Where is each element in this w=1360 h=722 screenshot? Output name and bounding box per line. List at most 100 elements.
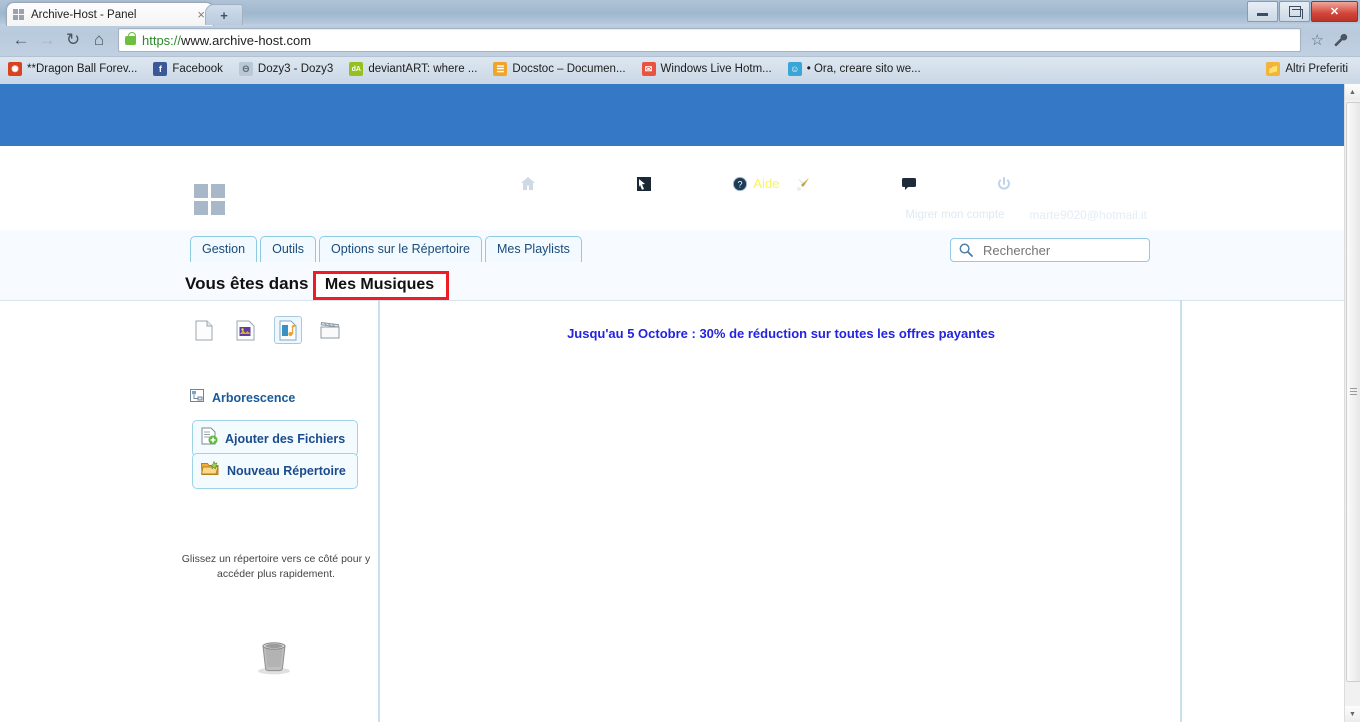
bookmark-item[interactable]: f Facebook bbox=[153, 62, 223, 76]
nav-parametres[interactable]: Paramètres bbox=[796, 176, 885, 191]
new-folder-icon bbox=[200, 460, 220, 482]
arborescence-label: Arborescence bbox=[212, 391, 296, 405]
bookmarks-bar: ✺ **Dragon Ball Forev... f Facebook Θ Do… bbox=[0, 56, 1360, 81]
music-filter-icon[interactable] bbox=[274, 316, 302, 344]
tab-gestion[interactable]: Gestion bbox=[190, 236, 258, 262]
title-bar: Archive-Host - Panel × + ✕ bbox=[0, 0, 1360, 26]
bookmark-item[interactable]: ☰ Docstoc – Documen... bbox=[493, 62, 626, 76]
address-bar[interactable]: https:// www.archive-host.com bbox=[118, 28, 1301, 52]
url-host: www.archive-host.com bbox=[181, 32, 312, 48]
bookmark-item[interactable]: Θ Dozy3 - Dozy3 bbox=[238, 62, 334, 76]
drag-hint-text: Glissez un répertoire vers ce côté pour … bbox=[181, 553, 371, 580]
nav-label: Mon Offre bbox=[657, 176, 716, 191]
bookmark-label: Windows Live Hotm... bbox=[660, 63, 772, 75]
tree-icon bbox=[190, 388, 205, 408]
offer-icon bbox=[637, 176, 652, 191]
folder-icon: 📁 bbox=[1266, 62, 1281, 76]
bookmark-item[interactable]: ✺ **Dragon Ball Forev... bbox=[8, 62, 137, 76]
tab-outils[interactable]: Outils bbox=[260, 236, 317, 262]
bookmark-item[interactable]: dA deviantART: where ... bbox=[349, 62, 477, 76]
feedback-icon bbox=[902, 176, 917, 191]
tab-mes-playlists[interactable]: Mes Playlists bbox=[485, 236, 582, 262]
nav-mon-offre[interactable]: Mon Offre bbox=[637, 176, 716, 191]
bookmark-favicon-icon: Θ bbox=[238, 62, 253, 76]
scroll-up-button[interactable]: ▲ bbox=[1345, 84, 1360, 100]
power-icon bbox=[997, 176, 1012, 191]
home-icon bbox=[520, 176, 535, 191]
nav-accueil-panel[interactable]: Accueil Panel bbox=[520, 176, 620, 191]
add-files-button[interactable]: Ajouter des Fichiers bbox=[192, 420, 358, 457]
panel-tabs: Gestion Outils Options sur le Répertoire… bbox=[190, 236, 582, 262]
maximize-button[interactable] bbox=[1279, 1, 1310, 22]
minimize-button[interactable] bbox=[1247, 1, 1278, 22]
page-scrollbar[interactable]: ▲ ▼ bbox=[1344, 84, 1360, 722]
nav-label: Accueil Panel bbox=[541, 176, 620, 191]
site-logo[interactable]: Archive-Host.com bbox=[194, 184, 385, 216]
page-content: Archive-Host.com Accueil Panel Mon Offre… bbox=[0, 84, 1345, 722]
nav-votre-avis[interactable]: Votre avis bbox=[902, 176, 980, 191]
deviantart-icon: dA bbox=[349, 62, 364, 76]
scrollbar-thumb[interactable] bbox=[1346, 102, 1360, 682]
bookmark-label: Facebook bbox=[172, 63, 223, 75]
forward-button[interactable]: → bbox=[34, 27, 60, 53]
logo-text: Archive-Host.com bbox=[235, 189, 385, 210]
videos-filter-icon[interactable] bbox=[316, 316, 344, 344]
new-tab-plus-icon: + bbox=[220, 7, 228, 23]
top-navigation: Accueil Panel Mon Offre ? Aide Paramètre… bbox=[520, 176, 1094, 191]
new-tab-button[interactable]: + bbox=[205, 4, 243, 25]
window-controls: ✕ bbox=[1247, 1, 1358, 22]
other-bookmarks-folder[interactable]: 📁 Altri Preferiti bbox=[1266, 62, 1348, 76]
breadcrumb: Vous êtes dans : Mes Musiques bbox=[185, 271, 450, 300]
home-button[interactable]: ⌂ bbox=[86, 27, 112, 53]
browser-chrome: Archive-Host - Panel × + ✕ ← → ↻ ⌂ https… bbox=[0, 0, 1360, 84]
bookmark-label: Dozy3 - Dozy3 bbox=[257, 63, 334, 75]
tab-options-repertoire[interactable]: Options sur le Répertoire bbox=[319, 236, 482, 262]
search-input[interactable] bbox=[981, 241, 1141, 259]
nav-aide[interactable]: ? Aide bbox=[732, 176, 779, 191]
nav-label: Déconnexion bbox=[1017, 176, 1094, 191]
wrench-glyph bbox=[1334, 33, 1347, 46]
svg-text:?: ? bbox=[737, 179, 742, 189]
bookmark-star-icon[interactable]: ☆ bbox=[1307, 31, 1328, 49]
nav-deconnexion[interactable]: Déconnexion bbox=[997, 176, 1094, 191]
hotmail-icon: ✉ bbox=[641, 62, 656, 76]
scroll-down-button[interactable]: ▼ bbox=[1345, 706, 1360, 722]
search-box[interactable] bbox=[950, 238, 1150, 262]
tab-favicon-icon bbox=[13, 8, 25, 21]
scrollbar-grip-icon bbox=[1350, 388, 1357, 396]
arborescence-link[interactable]: Arborescence bbox=[190, 388, 295, 408]
new-folder-label: Nouveau Répertoire bbox=[227, 464, 346, 478]
bookmark-label: deviantART: where ... bbox=[368, 63, 478, 75]
bookmark-favicon-icon: ✺ bbox=[8, 62, 22, 76]
url-scheme: https:// bbox=[142, 32, 182, 48]
migrate-account-button[interactable]: Migrer mon compte bbox=[894, 206, 1016, 224]
bookmark-favicon-icon: ☰ bbox=[493, 62, 508, 76]
tools-icon bbox=[796, 176, 811, 191]
account-email: marte9020@hotmail.it bbox=[1029, 208, 1147, 222]
main-content: Jusqu'au 5 Octobre : 30% de réduction su… bbox=[382, 300, 1182, 722]
wrench-icon[interactable] bbox=[1328, 27, 1352, 53]
back-button[interactable]: ← bbox=[8, 27, 34, 53]
new-folder-button[interactable]: Nouveau Répertoire bbox=[192, 453, 358, 489]
facebook-icon: f bbox=[153, 62, 168, 76]
trash-icon[interactable] bbox=[256, 636, 292, 681]
images-filter-icon[interactable] bbox=[232, 316, 260, 344]
bookmark-label: Docstoc – Documen... bbox=[512, 63, 626, 75]
promo-banner[interactable]: Jusqu'au 5 Octobre : 30% de réduction su… bbox=[382, 326, 1180, 341]
logo-grid-icon bbox=[194, 184, 226, 216]
documents-filter-icon[interactable] bbox=[190, 316, 218, 344]
tab-title: Archive-Host - Panel bbox=[31, 8, 137, 21]
bookmark-item[interactable]: ☺ • Ora, creare sito we... bbox=[787, 62, 921, 76]
reload-button[interactable]: ↻ bbox=[60, 27, 86, 53]
breadcrumb-current-folder: Mes Musiques bbox=[312, 271, 450, 300]
chevron-down-icon: ▼ bbox=[1349, 710, 1356, 718]
site-header bbox=[0, 84, 1345, 146]
close-window-button[interactable]: ✕ bbox=[1311, 1, 1358, 22]
help-icon: ? bbox=[732, 176, 747, 191]
file-type-filters bbox=[190, 316, 344, 344]
browser-tab[interactable]: Archive-Host - Panel × bbox=[6, 2, 214, 26]
bookmark-label: **Dragon Ball Forev... bbox=[27, 63, 138, 75]
bookmark-item[interactable]: ✉ Windows Live Hotm... bbox=[641, 62, 772, 76]
minimize-icon bbox=[1257, 13, 1268, 16]
browser-toolbar: ← → ↻ ⌂ https:// www.archive-host.com ☆ bbox=[0, 24, 1360, 56]
